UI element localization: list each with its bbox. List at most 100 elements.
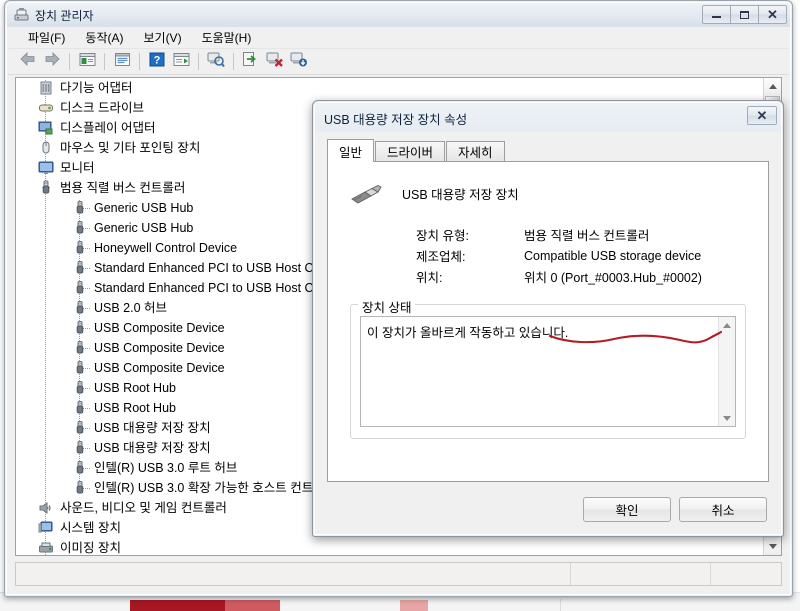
scan-hardware-changes-icon — [207, 51, 225, 72]
chevron-down-icon — [723, 415, 731, 421]
tree-item-label: USB 2.0 허브 — [94, 300, 168, 315]
scroll-up-button[interactable] — [764, 78, 781, 95]
tree-item-label: 시스템 장치 — [60, 520, 121, 535]
usb-device-icon — [72, 380, 88, 396]
tree-item-label: USB Composite Device — [94, 340, 225, 355]
menu-action[interactable]: 동작(A) — [75, 27, 133, 49]
scan-hardware-changes-button[interactable] — [204, 51, 228, 73]
tree-item-label: 마우스 및 기타 포인팅 장치 — [60, 140, 201, 155]
multifunction-adapter-icon — [38, 80, 54, 96]
view-details-button[interactable] — [169, 51, 193, 73]
show-hide-tree-button[interactable] — [75, 51, 99, 73]
info-row-location: 위치: 위치 0 (Port_#0003.Hub_#0002) — [416, 266, 702, 287]
device-status-label: 장치 상태 — [358, 297, 416, 316]
statusbar-cell-2 — [571, 563, 711, 585]
display-adapter-icon — [38, 120, 54, 136]
scroll-down-button[interactable] — [764, 538, 781, 555]
toolbar-separator-4 — [198, 53, 199, 70]
properties-button[interactable] — [110, 51, 134, 73]
sound-icon — [38, 500, 54, 516]
tree-item-label: 인텔(R) USB 3.0 루트 허브 — [94, 460, 238, 475]
tree-item[interactable]: 다기능 어댑터 — [16, 78, 764, 98]
menu-help[interactable]: 도움말(H) — [192, 27, 262, 49]
usb-device-icon — [72, 300, 88, 316]
status-scroll-up-button[interactable] — [719, 317, 735, 333]
usb-device-icon — [72, 420, 88, 436]
view-details-icon — [173, 52, 190, 72]
ok-button[interactable]: 확인 — [583, 497, 671, 522]
usb-device-icon — [72, 360, 88, 376]
close-icon: ✕ — [767, 7, 778, 22]
window-titlebar[interactable]: 장치 관리자 ✕ — [7, 3, 790, 27]
background-red-banner — [130, 600, 225, 611]
dialog-titlebar[interactable]: USB 대용량 저장 장치 속성 — [315, 103, 781, 133]
usb-device-icon — [72, 240, 88, 256]
device-manager-icon — [13, 7, 30, 23]
forward-icon — [43, 51, 61, 72]
dialog-close-button[interactable]: ✕ — [747, 106, 777, 125]
device-status-text: 이 장치가 올바르게 작동하고 있습니다. — [367, 326, 569, 340]
usb-device-icon — [72, 320, 88, 336]
disable-device-icon — [266, 51, 284, 72]
usb-controller-icon — [38, 180, 54, 196]
usb-device-icon — [72, 480, 88, 496]
minimize-button[interactable] — [702, 5, 731, 24]
update-driver-button[interactable] — [239, 51, 263, 73]
mouse-icon — [38, 140, 54, 156]
tree-item[interactable]: 이미징 장치 — [16, 538, 764, 555]
tab-details[interactable]: 자세히 — [446, 141, 505, 161]
status-scroll-down-button[interactable] — [719, 410, 735, 426]
system-device-icon — [38, 520, 54, 536]
dialog-title: USB 대용량 저장 장치 속성 — [324, 112, 468, 127]
tree-item-label: Generic USB Hub — [94, 200, 194, 215]
usb-device-icon — [72, 280, 88, 296]
tree-item-label: USB 대용량 저장 장치 — [94, 420, 211, 435]
menu-file[interactable]: 파일(F) — [18, 27, 75, 49]
tree-item-label: USB Root Hub — [94, 400, 176, 415]
close-button[interactable]: ✕ — [758, 5, 787, 24]
status-vertical-scrollbar[interactable] — [718, 317, 735, 426]
properties-icon — [114, 52, 131, 72]
tree-item-label: USB Composite Device — [94, 320, 225, 335]
dialog-button-row: 확인 취소 — [583, 497, 767, 522]
help-icon: ? — [149, 52, 165, 72]
tab-general[interactable]: 일반 — [327, 139, 375, 162]
toolbar-separator-2 — [104, 53, 105, 70]
monitor-icon — [38, 160, 54, 176]
tree-item-label: 이미징 장치 — [60, 540, 121, 555]
back-button[interactable] — [16, 51, 40, 73]
toolbar-separator-3 — [139, 53, 140, 70]
cancel-button[interactable]: 취소 — [679, 497, 767, 522]
tree-item-label: USB Composite Device — [94, 360, 225, 375]
window-controls: ✕ — [702, 5, 787, 24]
tree-item-label: Honeywell Control Device — [94, 240, 238, 255]
usb-device-icon — [72, 400, 88, 416]
maximize-button[interactable] — [730, 5, 759, 24]
uninstall-device-button[interactable] — [287, 51, 311, 73]
disable-device-button[interactable] — [263, 51, 287, 73]
info-row-device-type: 장치 유형: 범용 직렬 버스 컨트롤러 — [416, 224, 702, 245]
menu-view[interactable]: 보기(V) — [133, 27, 191, 49]
chevron-down-icon — [768, 544, 777, 549]
background-red-banner-2 — [225, 600, 280, 611]
window-title: 장치 관리자 — [35, 8, 94, 23]
tab-driver[interactable]: 드라이버 — [375, 141, 446, 161]
show-hide-tree-icon — [79, 52, 96, 72]
tree-item-label: 모니터 — [60, 160, 95, 175]
help-button[interactable]: ? — [145, 51, 169, 73]
background-red-banner-3 — [400, 600, 428, 611]
usb-device-icon — [72, 260, 88, 276]
background-divider — [560, 599, 561, 611]
tree-item-label: 디스플레이 어댑터 — [60, 120, 156, 135]
toolbar-separator-1 — [69, 53, 70, 70]
tree-item-label: USB Root Hub — [94, 380, 176, 395]
forward-button[interactable] — [40, 51, 64, 73]
info-value-device-type: 범용 직렬 버스 컨트롤러 — [524, 229, 650, 243]
svg-text:?: ? — [154, 54, 161, 66]
dialog-tabstrip: 일반 드라이버 자세히 — [327, 139, 506, 162]
tree-item-label: Generic USB Hub — [94, 220, 194, 235]
statusbar — [15, 562, 782, 586]
close-icon: ✕ — [756, 107, 768, 123]
info-value-location: 위치 0 (Port_#0003.Hub_#0002) — [524, 271, 702, 285]
device-status-textarea[interactable]: 이 장치가 올바르게 작동하고 있습니다. — [360, 316, 736, 427]
